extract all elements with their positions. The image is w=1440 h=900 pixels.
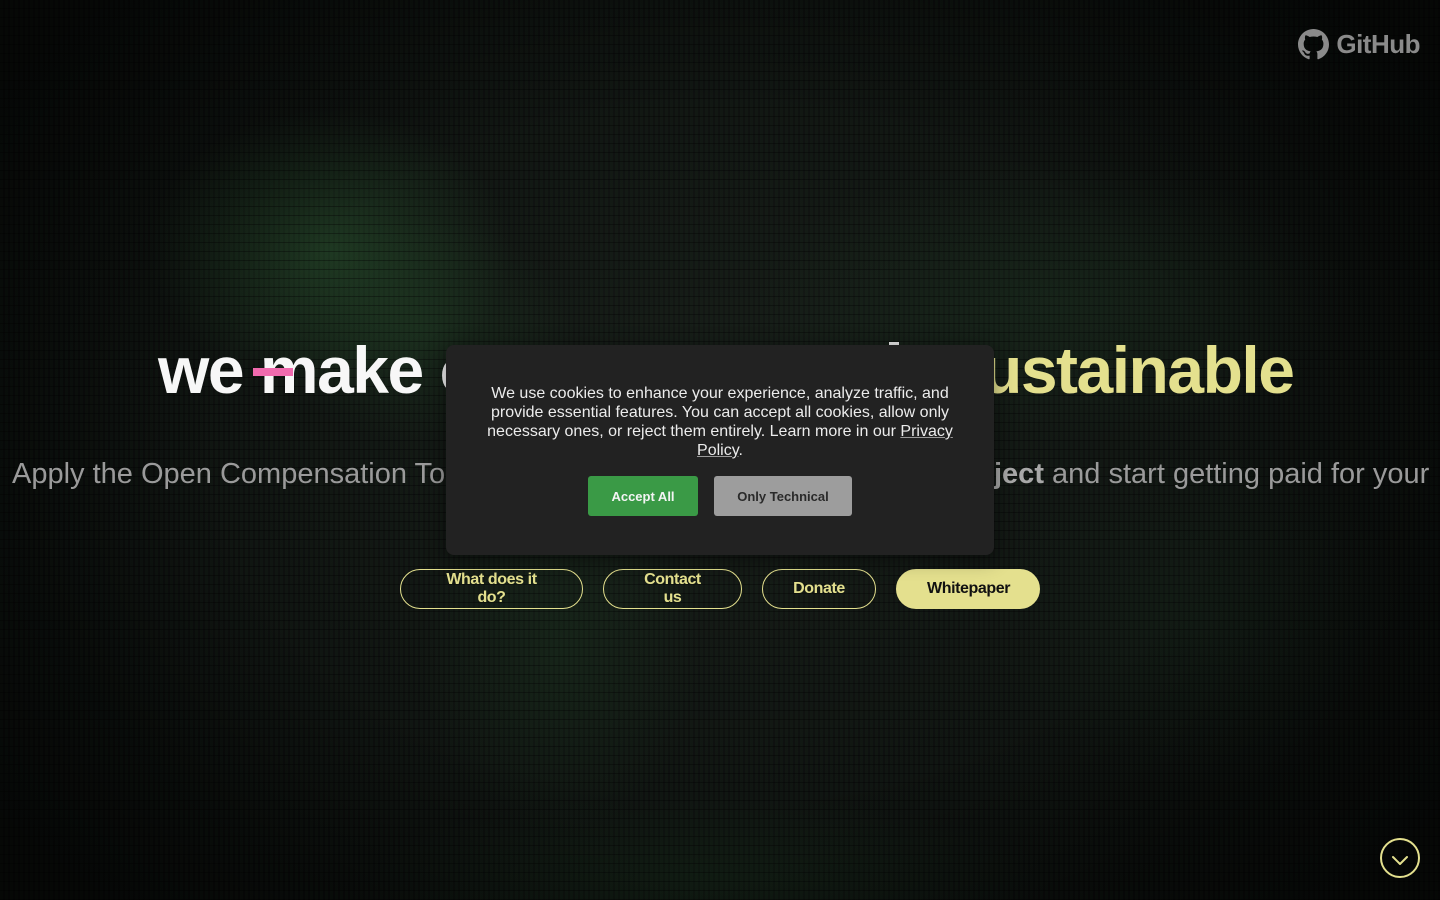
- github-label: GitHub: [1336, 29, 1420, 59]
- hero-title-highlight: ustainable: [982, 333, 1295, 407]
- hero-subtitle-bold: ject: [994, 458, 1044, 490]
- contact-us-button[interactable]: Contact us: [603, 569, 742, 609]
- cta-button-row: What does it do? Contact us Donate White…: [400, 569, 1040, 609]
- chevron-down-icon: [1390, 846, 1410, 871]
- what-does-it-do-button[interactable]: What does it do?: [400, 569, 583, 609]
- only-technical-button[interactable]: Only Technical: [714, 476, 852, 516]
- hero-subtitle-left: Apply the Open Compensation Tok: [12, 458, 460, 490]
- hero-title-prefix: we make o: [158, 330, 480, 410]
- hero-subtitle-right: ject and start getting paid for your: [994, 458, 1430, 490]
- cookie-consent-dialog: We use cookies to enhance your experienc…: [446, 345, 994, 555]
- accept-all-button[interactable]: Accept All: [588, 476, 698, 516]
- scroll-down-button[interactable]: [1380, 838, 1420, 878]
- whitepaper-button[interactable]: Whitepaper: [896, 569, 1040, 609]
- strikethrough-line: [253, 368, 293, 376]
- landing-page: GitHub we make o ustainable Apply the Op…: [0, 0, 1440, 900]
- cookie-actions: Accept All Only Technical: [486, 476, 954, 516]
- github-link[interactable]: GitHub: [1298, 29, 1420, 60]
- donate-button[interactable]: Donate: [762, 569, 876, 609]
- github-icon: [1298, 29, 1330, 60]
- cookie-consent-message: We use cookies to enhance your experienc…: [487, 385, 953, 459]
